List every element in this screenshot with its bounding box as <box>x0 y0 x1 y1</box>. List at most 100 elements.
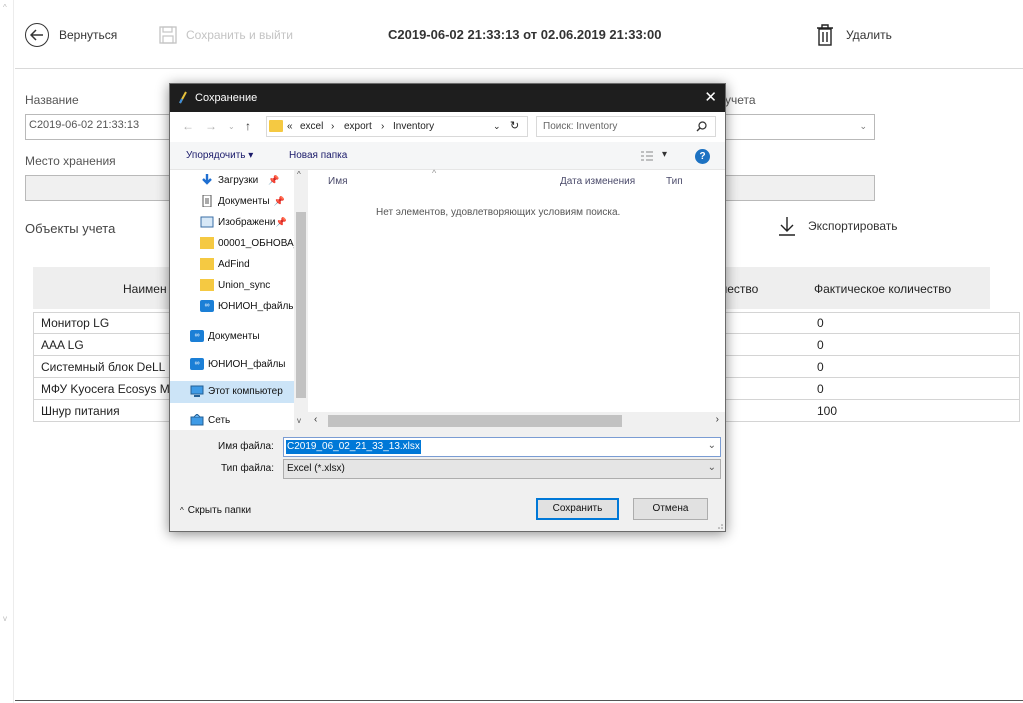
search-input[interactable]: Поиск: Inventory <box>536 116 716 137</box>
delete-button[interactable]: Удалить <box>816 22 892 48</box>
chevron-down-icon[interactable]: ⌄ <box>493 121 501 132</box>
download-arrow-icon <box>202 174 212 185</box>
scroll-down-icon[interactable]: v <box>297 416 301 425</box>
pin-icon: 📌 <box>275 216 287 227</box>
save-exit-button[interactable]: Сохранить и выйти <box>159 24 293 46</box>
empty-message: Нет элементов, удовлетворяющих условиям … <box>376 207 621 218</box>
tree-item-union-sync[interactable]: Union_sync <box>200 279 270 291</box>
floppy-icon <box>159 26 177 44</box>
hide-folders-button[interactable]: ^ Скрыть папки <box>180 505 251 516</box>
trash-icon <box>817 24 833 46</box>
folder-icon <box>200 237 214 249</box>
header-divider <box>15 68 1023 69</box>
export-button[interactable]: Экспортировать <box>778 216 898 236</box>
folder-icon <box>269 120 283 132</box>
page-title: C2019-06-02 21:33:13 от 02.06.2019 21:33… <box>388 27 662 42</box>
forward-arrow-icon[interactable]: → <box>205 119 217 133</box>
cancel-button[interactable]: Отмена <box>633 498 708 520</box>
scroll-left-icon[interactable]: ‹ <box>314 414 317 425</box>
filetype-select[interactable]: Excel (*.xlsx) ⌄ <box>283 459 721 479</box>
storage-field[interactable] <box>25 175 175 201</box>
column-header-name[interactable]: Имя <box>328 176 347 187</box>
tree-item-downloads[interactable]: Загрузки 📌 <box>200 174 279 186</box>
tree-item-pictures[interactable]: Изображени 📌 <box>200 216 287 228</box>
row-actual: 0 <box>817 382 824 396</box>
save-button[interactable]: Сохранить <box>536 498 619 520</box>
accounting-field[interactable] <box>720 175 875 201</box>
delete-label: Удалить <box>846 28 892 42</box>
tree-item-cloud-documents[interactable]: ∞ Документы <box>190 330 260 342</box>
scroll-thumb[interactable] <box>328 415 622 427</box>
back-arrow-icon[interactable]: ← <box>182 119 194 133</box>
network-icon <box>190 414 204 426</box>
help-icon[interactable]: ? <box>695 149 710 164</box>
file-list[interactable]: Имя ^ Дата изменения Тип Нет элементов, … <box>308 168 725 414</box>
path-excel[interactable]: excel <box>300 121 323 132</box>
tree-item-network[interactable]: Сеть <box>190 414 230 426</box>
save-exit-label: Сохранить и выйти <box>186 28 293 42</box>
column-header-type[interactable]: Тип <box>666 176 683 187</box>
filetype-value: Excel (*.xlsx) <box>287 463 345 474</box>
objects-heading: Объекты учета <box>25 221 116 236</box>
tree-item-this-pc[interactable]: Этот компьютер <box>190 385 283 397</box>
resize-grip-icon[interactable] <box>715 521 723 529</box>
filetype-label: Тип файла: <box>221 463 274 474</box>
tree-item-cloud-union-files[interactable]: ∞ ЮНИОН_файлы <box>190 358 285 370</box>
address-bar[interactable]: « excel › export › Inventory ⌄ ↻ <box>266 116 528 137</box>
tree-item-adfind[interactable]: AdFind <box>200 258 250 270</box>
dialog-commandbar: Упорядочить ▾ Новая папка ▾ ? <box>170 142 725 170</box>
chevron-down-icon: ⌄ <box>707 462 716 473</box>
up-arrow-icon[interactable]: ↑ <box>245 119 251 133</box>
arrow-left-icon <box>25 23 49 47</box>
scroll-up-icon[interactable]: ^ <box>3 3 7 12</box>
pictures-icon <box>200 216 214 228</box>
name-label: Название <box>25 93 79 107</box>
bottom-panel <box>15 629 1023 703</box>
column-actual-quantity: Фактическое количество <box>814 282 952 296</box>
dialog-titlebar[interactable]: Сохранение ✕ <box>170 84 725 112</box>
address-toolbar: ← → ⌄ ↑ « excel › export › Inventory ⌄ ↻… <box>170 112 725 142</box>
new-folder-button[interactable]: Новая папка <box>289 150 347 161</box>
path-separator: › <box>381 121 385 132</box>
scroll-down-icon[interactable]: v <box>3 614 7 623</box>
chevron-down-icon[interactable]: ⌄ <box>708 440 716 451</box>
app-icon <box>179 91 187 104</box>
row-actual: 0 <box>817 316 824 330</box>
accounting-label: учета <box>725 93 756 107</box>
back-button[interactable]: Вернуться <box>25 22 117 48</box>
cloud-sync-icon: ∞ <box>190 358 204 370</box>
accounting-select[interactable]: ⌄ <box>720 114 875 140</box>
scroll-up-icon[interactable]: ^ <box>297 170 301 179</box>
organize-button[interactable]: Упорядочить ▾ <box>186 150 253 161</box>
tree-item-folder[interactable]: 00001_ОБНОВА_ <box>200 237 299 249</box>
filename-input[interactable]: C2019_06_02_21_33_13.xlsx ⌄ <box>283 437 721 457</box>
search-placeholder: Поиск: Inventory <box>543 121 618 132</box>
name-field[interactable]: C2019-06-02 21:33:13 <box>25 114 175 140</box>
refresh-icon[interactable]: ↻ <box>510 119 519 132</box>
path-inventory[interactable]: Inventory <box>393 121 434 132</box>
page-scrollbar[interactable]: ^ v <box>0 0 14 703</box>
list-hscrollbar[interactable]: ‹ › <box>308 412 725 430</box>
tree-scrollbar[interactable]: ^ v <box>294 170 308 430</box>
chevron-down-icon[interactable]: ▾ <box>662 149 667 160</box>
cloud-sync-icon: ∞ <box>200 300 214 312</box>
scroll-thumb[interactable] <box>296 212 306 398</box>
row-actual: 0 <box>817 338 824 352</box>
scroll-right-icon[interactable]: › <box>716 414 719 425</box>
tree-item-union-files[interactable]: ∞ ЮНИОН_файль <box>200 300 294 312</box>
chevron-up-icon: ^ <box>180 506 184 515</box>
search-icon <box>696 121 707 132</box>
navigation-pane: Загрузки 📌 Документы 📌 Изображени 📌 0000… <box>170 170 308 430</box>
row-name: Шнур питания <box>41 404 120 418</box>
path-overflow[interactable]: « <box>287 121 293 132</box>
path-export[interactable]: export <box>344 121 372 132</box>
recent-dropdown-icon[interactable]: ⌄ <box>228 122 235 131</box>
folder-icon <box>200 279 214 291</box>
row-name: Системный блок DeLL <box>41 360 166 374</box>
column-header-modified[interactable]: Дата изменения <box>560 176 635 187</box>
view-options-icon[interactable] <box>640 151 654 161</box>
close-icon[interactable]: ✕ <box>704 88 717 106</box>
tree-item-documents[interactable]: Документы 📌 <box>200 195 285 207</box>
pin-icon: 📌 <box>268 174 280 185</box>
row-name: AAA LG <box>41 338 84 352</box>
